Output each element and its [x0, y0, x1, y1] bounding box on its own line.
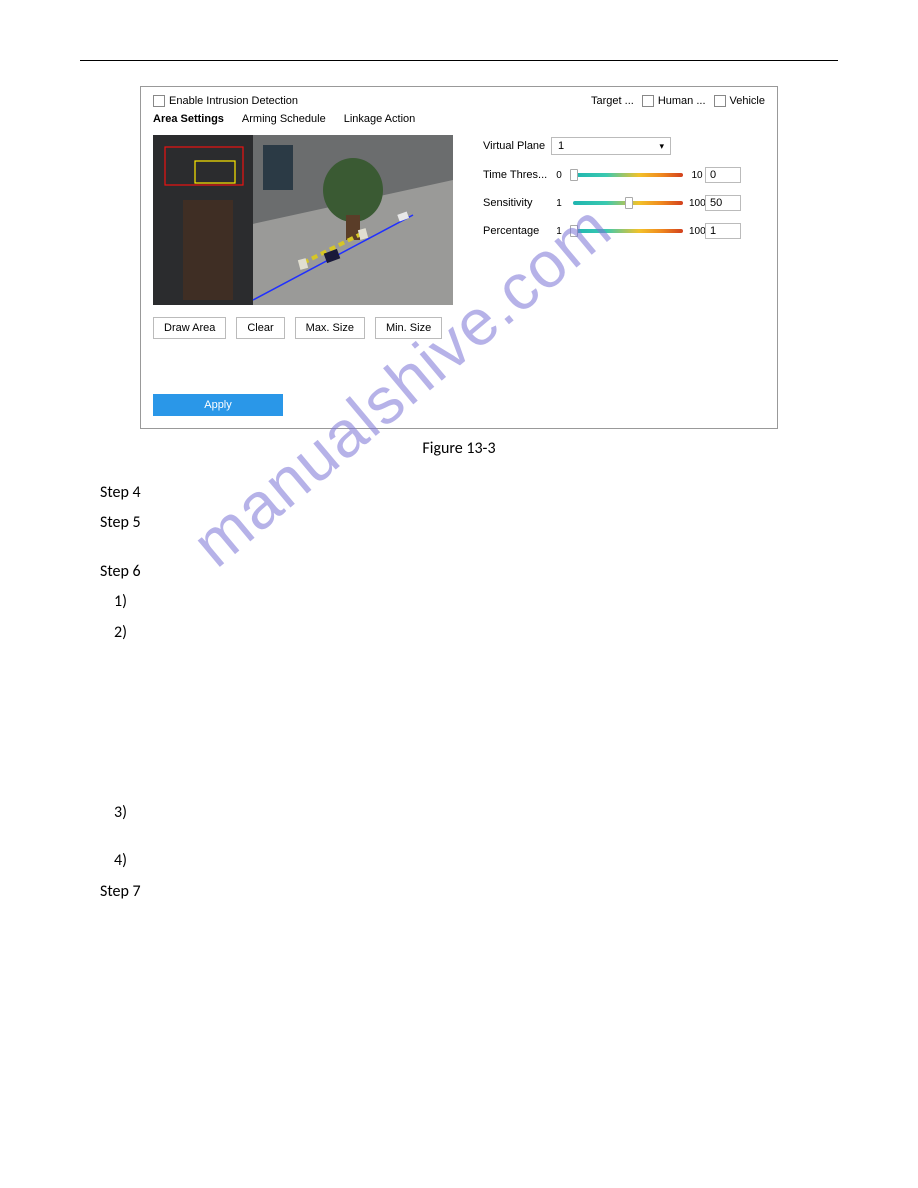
time-input[interactable] [705, 167, 741, 183]
human-label: Human ... [658, 95, 706, 107]
perc-max: 100 [689, 226, 705, 237]
sensitivity-label: Sensitivity [483, 197, 551, 209]
virtual-plane-value: 1 [558, 140, 564, 152]
vehicle-checkbox[interactable] [714, 95, 726, 107]
sens-min: 1 [551, 198, 567, 209]
draw-area-button[interactable]: Draw Area [153, 317, 226, 339]
min-size-button[interactable]: Min. Size [375, 317, 442, 339]
time-threshold-label: Time Thres... [483, 169, 551, 181]
video-preview[interactable] [153, 135, 453, 305]
tab-bar: Area Settings Arming Schedule Linkage Ac… [153, 113, 765, 125]
percentage-slider-thumb[interactable] [570, 225, 578, 237]
time-max: 10 [689, 170, 705, 181]
tab-arming-schedule[interactable]: Arming Schedule [242, 113, 326, 125]
percentage-row: Percentage 1 100 [483, 223, 741, 239]
header-divider [80, 60, 838, 61]
sens-max: 100 [689, 198, 705, 209]
steps-block: Step 4 Step 5 Step 6 1) 2) 3) 4) Step 7 [80, 478, 838, 907]
time-threshold-row: Time Thres... 0 10 [483, 167, 741, 183]
sensitivity-row: Sensitivity 1 100 [483, 195, 741, 211]
apply-button[interactable]: Apply [153, 394, 283, 416]
step-6-2: 2) [100, 618, 838, 648]
step-4: Step 4 [100, 478, 838, 508]
tab-area-settings[interactable]: Area Settings [153, 113, 224, 125]
right-column: Virtual Plane 1 ▾ Time Thres... 0 10 [483, 137, 741, 416]
percentage-slider[interactable] [573, 229, 683, 233]
step-7: Step 7 [100, 877, 838, 907]
step-6-3: 3) [100, 798, 838, 828]
percentage-input[interactable] [705, 223, 741, 239]
virtual-plane-dropdown[interactable]: 1 ▾ [551, 137, 671, 155]
sensitivity-slider[interactable] [573, 201, 683, 205]
settings-panel: Enable Intrusion Detection Target ... Hu… [140, 86, 778, 429]
sensitivity-slider-thumb[interactable] [625, 197, 633, 209]
step-5: Step 5 [100, 508, 838, 538]
preview-buttons: Draw Area Clear Max. Size Min. Size [153, 317, 453, 339]
virtual-plane-label: Virtual Plane [483, 140, 551, 152]
panel-top-row: Enable Intrusion Detection Target ... Hu… [153, 95, 765, 107]
target-group: Target ... Human ... Vehicle [591, 95, 765, 107]
time-min: 0 [551, 170, 567, 181]
time-slider[interactable] [573, 173, 683, 177]
panel-body: Draw Area Clear Max. Size Min. Size Appl… [153, 135, 765, 416]
tab-linkage-action[interactable]: Linkage Action [344, 113, 416, 125]
vehicle-label: Vehicle [730, 95, 765, 107]
human-checkbox[interactable] [642, 95, 654, 107]
virtual-plane-row: Virtual Plane 1 ▾ [483, 137, 741, 155]
target-label: Target ... [591, 95, 634, 107]
step-6: Step 6 [100, 557, 838, 587]
time-slider-thumb[interactable] [570, 169, 578, 181]
enable-checkbox[interactable] [153, 95, 165, 107]
sensitivity-input[interactable] [705, 195, 741, 211]
left-column: Draw Area Clear Max. Size Min. Size Appl… [153, 135, 453, 416]
max-size-button[interactable]: Max. Size [295, 317, 365, 339]
step-6-1: 1) [100, 587, 838, 617]
perc-min: 1 [551, 226, 567, 237]
figure-caption: Figure 13-3 [80, 439, 838, 458]
step-6-4: 4) [100, 846, 838, 876]
percentage-label: Percentage [483, 225, 551, 237]
clear-button[interactable]: Clear [236, 317, 284, 339]
enable-label: Enable Intrusion Detection [169, 95, 298, 107]
chevron-down-icon: ▾ [659, 141, 664, 152]
